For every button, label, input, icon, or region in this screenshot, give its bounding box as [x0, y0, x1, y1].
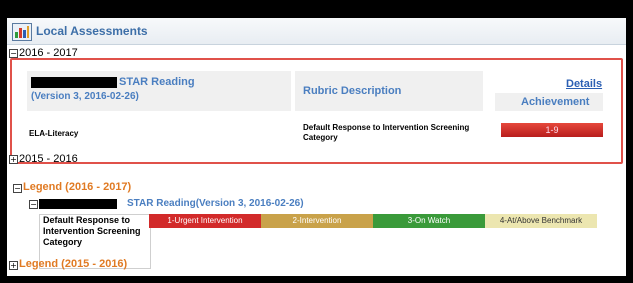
local-assessments-panel: Local Assessments − 2016 - 2017 STAR Rea… — [7, 18, 626, 276]
highlight-frame — [10, 58, 623, 164]
legend-level-2: 2-Intervention — [261, 214, 373, 228]
legend-level-3: 3-On Watch — [373, 214, 485, 228]
redacted-block — [39, 199, 117, 209]
expand-legend-2015-2016-toggle[interactable]: + — [9, 261, 18, 270]
year-2015-2016[interactable]: 2015 - 2016 — [19, 153, 78, 165]
panel-title: Local Assessments — [36, 24, 148, 38]
legend-level-4: 4-At/Above Benchmark — [485, 214, 597, 228]
expand-2015-2016-toggle[interactable]: + — [9, 155, 18, 164]
legend-category-label: Default Response to Intervention Screeni… — [43, 215, 141, 247]
bar-chart-icon — [12, 23, 32, 41]
collapse-2016-2017-toggle[interactable]: − — [9, 49, 18, 58]
legend-level-1: 1-Urgent Intervention — [149, 214, 261, 228]
legend-2016-2017-title[interactable]: Legend (2016 - 2017) — [23, 181, 131, 193]
panel-header: Local Assessments — [7, 18, 626, 45]
collapse-legend-2016-2017-toggle[interactable]: − — [13, 184, 22, 193]
legend-2015-2016-title[interactable]: Legend (2015 - 2016) — [19, 258, 127, 270]
legend-assessment-title: STAR Reading(Version 3, 2016-02-26) — [127, 198, 304, 209]
collapse-legend-assessment-toggle[interactable]: − — [29, 200, 38, 209]
